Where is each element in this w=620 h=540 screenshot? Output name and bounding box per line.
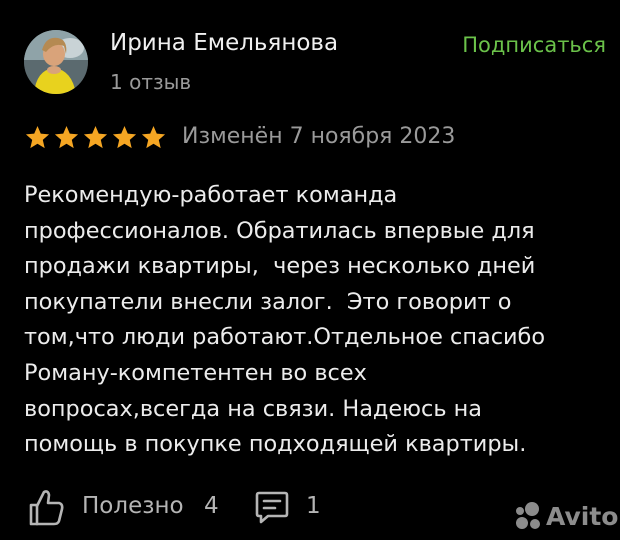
star-icon: [112, 126, 137, 149]
subscribe-button[interactable]: Подписаться: [462, 33, 606, 57]
review-text-line: профессионалов. Обратилась впервые для: [24, 217, 535, 244]
comments-count: 1: [306, 493, 321, 519]
review-text-line: помощь в покупке подходящей квартиры.: [24, 431, 527, 458]
thumbs-up-icon[interactable]: [28, 488, 64, 526]
star-icon: [141, 126, 166, 149]
star-icon: [54, 126, 79, 149]
review-text-line: Рекомендую-работает команда: [24, 182, 398, 208]
review-text-line: вопросах,всегда на связи. Надеюсь на: [24, 395, 483, 422]
avatar-photo: [24, 30, 88, 94]
review-text-line: продажи квартиры, через несколько дней: [24, 253, 536, 280]
author-name[interactable]: Ирина Емельянова: [110, 30, 338, 56]
review-text-line: том,что люди работают.Отдельное спасибо: [24, 324, 546, 351]
watermark-text: Avito: [546, 501, 619, 531]
review-text-line: Роману-компетентен во всех: [24, 359, 367, 386]
star-icon: [25, 126, 50, 149]
avito-logo-icon: [516, 502, 540, 529]
star-icon: [83, 126, 108, 149]
review-text-line: покупатели внесли залог. Это говорит о: [24, 288, 512, 315]
review-text: Рекомендую-работает команда профессионало…: [24, 178, 604, 463]
helpful-count: 4: [204, 493, 219, 519]
comment-icon[interactable]: [254, 489, 290, 525]
avatar[interactable]: [24, 30, 88, 94]
avito-watermark: Avito: [512, 496, 618, 536]
helpful-label[interactable]: Полезно: [82, 493, 184, 519]
review-count: 1 отзыв: [110, 70, 192, 94]
rating-stars: [24, 124, 167, 151]
review-date: Изменён 7 ноября 2023: [182, 124, 456, 149]
